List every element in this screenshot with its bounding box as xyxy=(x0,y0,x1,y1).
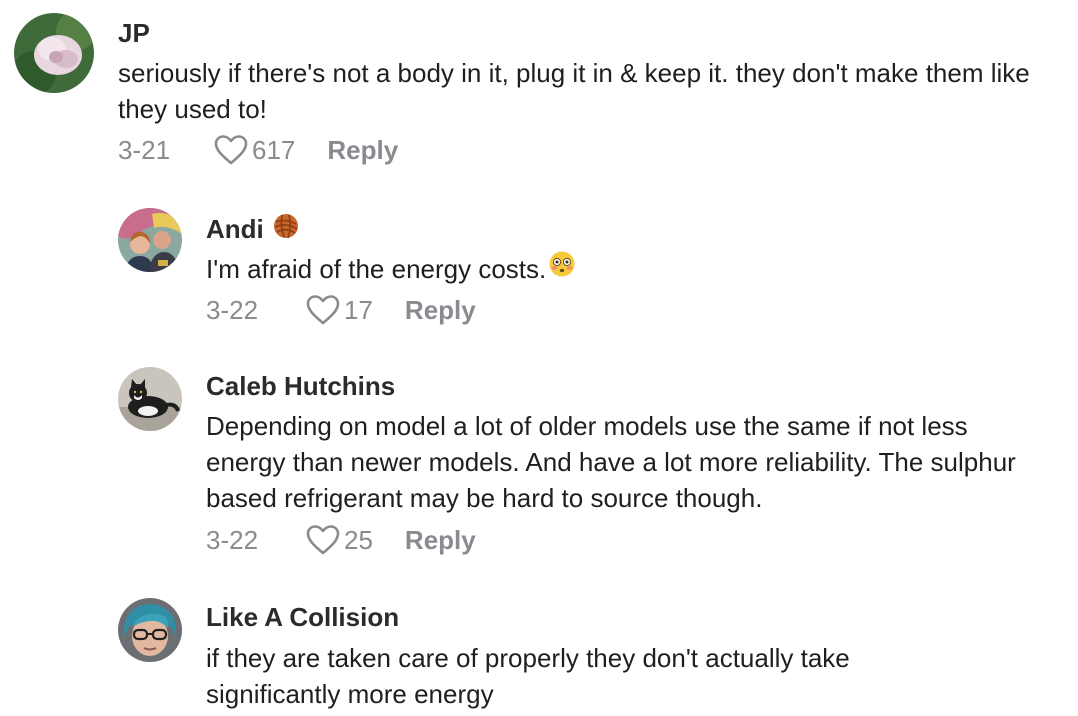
username[interactable]: Andi xyxy=(206,214,264,245)
comment-date: 3-22 xyxy=(206,294,259,325)
like-button[interactable]: 17 xyxy=(306,294,373,326)
comment-caleb-hutchins: Caleb Hutchins Depending on model a lot … xyxy=(0,340,1078,580)
username[interactable]: Caleb Hutchins xyxy=(206,371,395,402)
reply-button[interactable]: Reply xyxy=(327,135,398,166)
username[interactable]: JP xyxy=(118,18,150,49)
comment-date: 3-22 xyxy=(206,524,259,555)
flushed-face-emoji xyxy=(548,250,576,287)
comment-date: 3-21 xyxy=(118,134,171,165)
comment-meta: 3-22 25 Reply xyxy=(206,522,476,558)
yarn-ball-emoji xyxy=(272,212,300,247)
couple-photo-avatar xyxy=(118,208,182,272)
reply-button[interactable]: Reply xyxy=(405,295,476,326)
comment-like-a-collision: Like A Collision if they are taken care … xyxy=(0,580,1078,716)
comment-text-row: I'm afraid of the energy costs. xyxy=(206,250,1066,287)
reply-button[interactable]: Reply xyxy=(405,525,476,556)
comment-text: seriously if there's not a body in it, p… xyxy=(118,58,1030,124)
cat-photo-avatar xyxy=(118,367,182,431)
heart-icon xyxy=(306,295,340,325)
avatar[interactable] xyxy=(14,13,94,93)
like-button[interactable]: 617 xyxy=(214,134,295,166)
comment-text: Depending on model a lot of older models… xyxy=(206,411,1016,513)
like-count: 17 xyxy=(344,294,373,325)
comment-text: I'm afraid of the energy costs. xyxy=(206,253,547,284)
username-row: Andi xyxy=(206,212,300,247)
comment-text: if they are taken care of properly they … xyxy=(206,643,850,709)
heart-icon xyxy=(214,135,248,165)
avatar[interactable] xyxy=(118,208,182,272)
username[interactable]: Like A Collision xyxy=(206,602,399,633)
person-glasses-avatar xyxy=(118,598,182,662)
avatar[interactable] xyxy=(118,367,182,431)
comment-jp: JP seriously if there's not a body in it… xyxy=(0,0,1078,180)
avatar[interactable] xyxy=(118,598,182,662)
comment-andi: Andi I'm afraid of the energy costs. 3-2… xyxy=(0,180,1078,340)
comment-meta: 3-22 17 Reply xyxy=(206,292,476,328)
like-count: 25 xyxy=(344,524,373,555)
comment-meta: 3-21 617 Reply xyxy=(118,132,398,168)
like-count: 617 xyxy=(252,134,296,165)
peony-flower-avatar xyxy=(14,13,94,93)
heart-icon xyxy=(306,525,340,555)
like-button[interactable]: 25 xyxy=(306,524,373,556)
